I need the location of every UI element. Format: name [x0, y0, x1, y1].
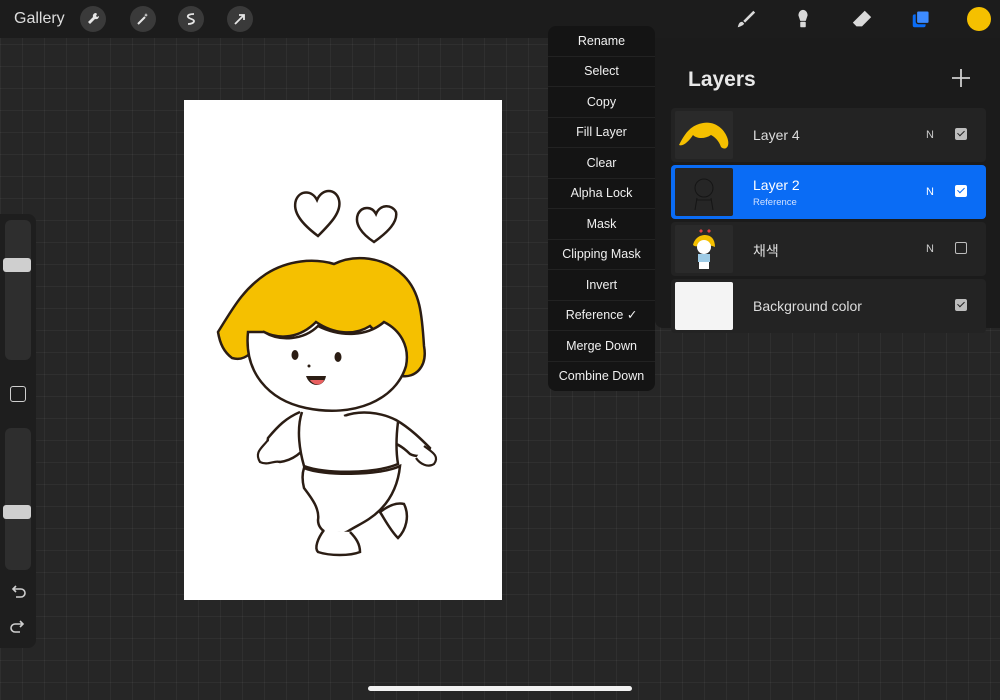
layer-visibility-checkbox[interactable] — [955, 128, 967, 140]
layer-row-layer-4[interactable]: Layer 4 N — [671, 108, 986, 162]
layer-row-layer-2[interactable]: Layer 2 Reference N — [671, 165, 986, 219]
left-sidebar — [0, 214, 36, 648]
redo-icon[interactable] — [9, 618, 27, 636]
transform-arrow-icon[interactable] — [227, 6, 253, 32]
add-layer-icon[interactable] — [950, 67, 972, 89]
layer-row-coloring[interactable]: 채색 N — [671, 222, 986, 276]
menu-merge-down[interactable]: Merge Down — [548, 331, 655, 362]
layer-thumbnail — [675, 168, 733, 216]
menu-reference[interactable]: Reference ✓ — [548, 300, 655, 331]
heart-left — [293, 189, 341, 238]
modifier-button[interactable] — [10, 386, 26, 402]
layers-panel: Layers Layer 4 N Layer 2 Reference N 채색 … — [655, 38, 1000, 333]
character-illustration — [216, 189, 438, 557]
eraser-icon[interactable] — [849, 6, 875, 32]
layer-visibility-checkbox[interactable] — [955, 299, 967, 311]
menu-invert[interactable]: Invert — [548, 270, 655, 301]
menu-rename[interactable]: Rename — [548, 26, 655, 57]
menu-clipping-mask[interactable]: Clipping Mask — [548, 239, 655, 270]
gallery-button[interactable]: Gallery — [14, 10, 65, 28]
layer-thumbnail — [675, 282, 733, 330]
color-picker-button[interactable] — [967, 7, 991, 31]
layer-visibility-checkbox[interactable] — [955, 242, 967, 254]
layer-name: 채색 — [753, 243, 779, 259]
heart-right — [355, 205, 398, 244]
home-indicator — [368, 686, 632, 691]
undo-icon[interactable] — [9, 583, 27, 601]
blend-mode-button[interactable]: N — [926, 186, 934, 198]
brush-size-slider[interactable] — [3, 220, 31, 360]
magic-wand-icon[interactable] — [130, 6, 156, 32]
selection-icon[interactable] — [178, 6, 204, 32]
blend-mode-button[interactable]: N — [926, 129, 934, 141]
menu-copy[interactable]: Copy — [548, 87, 655, 118]
opacity-slider-thumb[interactable] — [3, 505, 31, 519]
top-toolbar: Gallery — [0, 0, 1000, 38]
layer-thumbnail — [675, 111, 733, 159]
opacity-slider[interactable] — [3, 428, 31, 570]
brush-size-slider-thumb[interactable] — [3, 258, 31, 272]
menu-select[interactable]: Select — [548, 56, 655, 87]
menu-clear[interactable]: Clear — [548, 148, 655, 179]
drawing-canvas[interactable] — [184, 100, 502, 600]
smudge-icon[interactable] — [790, 6, 816, 32]
menu-fill-layer[interactable]: Fill Layer — [548, 117, 655, 148]
menu-alpha-lock[interactable]: Alpha Lock — [548, 178, 655, 209]
layer-visibility-checkbox[interactable] — [955, 185, 967, 197]
layer-name: Background color — [753, 298, 862, 314]
layer-options-menu: Rename Select Copy Fill Layer Clear Alph… — [548, 26, 655, 391]
brush-icon[interactable] — [733, 6, 759, 32]
layer-name: Layer 4 — [753, 127, 800, 143]
layer-name: Layer 2 — [753, 177, 800, 193]
layer-reference-label: Reference — [753, 197, 797, 208]
wrench-icon[interactable] — [80, 6, 106, 32]
menu-mask[interactable]: Mask — [548, 209, 655, 240]
layers-icon[interactable] — [908, 6, 934, 32]
blend-mode-button[interactable]: N — [926, 243, 934, 255]
layer-row-background-color[interactable]: Background color — [671, 279, 986, 333]
layers-title: Layers — [688, 68, 756, 91]
layer-thumbnail — [675, 225, 733, 273]
menu-combine-down[interactable]: Combine Down — [548, 361, 655, 391]
